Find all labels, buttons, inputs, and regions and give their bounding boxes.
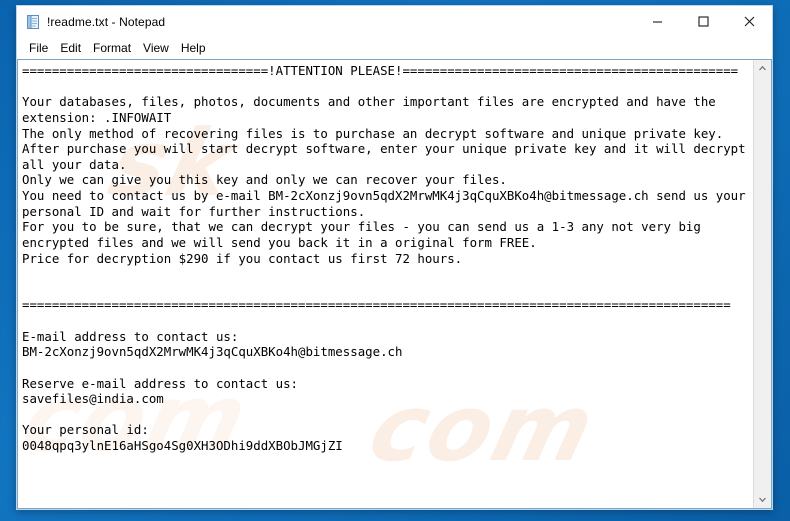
window-controls — [634, 6, 772, 37]
chevron-up-icon — [759, 65, 766, 71]
close-icon — [744, 16, 754, 27]
scroll-down-button[interactable] — [754, 491, 771, 508]
vertical-scrollbar[interactable] — [753, 60, 771, 508]
maximize-icon — [697, 16, 709, 27]
menu-item-help[interactable]: Help — [175, 39, 212, 58]
notepad-document-icon — [27, 14, 39, 29]
maximize-button[interactable] — [680, 6, 726, 37]
menu-item-format[interactable]: Format — [87, 39, 137, 58]
menu-item-view[interactable]: View — [137, 39, 175, 58]
ransom-note-text[interactable]: =================================!ATTENT… — [18, 60, 753, 454]
scrollbar-track[interactable] — [754, 77, 771, 491]
menu-bar: File Edit Format View Help — [17, 38, 772, 59]
minimize-button[interactable] — [634, 6, 680, 37]
scroll-up-button[interactable] — [754, 60, 771, 77]
title-bar-left: !readme.txt - Notepad — [17, 14, 634, 30]
menu-item-edit[interactable]: Edit — [54, 39, 87, 58]
notepad-window: !readme.txt - Notepad File Edit Format V… — [16, 5, 773, 510]
minimize-icon — [652, 21, 662, 23]
close-button[interactable] — [726, 6, 772, 37]
title-bar[interactable]: !readme.txt - Notepad — [17, 6, 772, 38]
window-title: !readme.txt - Notepad — [47, 14, 166, 29]
chevron-down-icon — [759, 497, 766, 503]
text-pane[interactable]: sk com com =============================… — [18, 60, 753, 508]
menu-item-file[interactable]: File — [23, 39, 54, 58]
desktop-background: !readme.txt - Notepad File Edit Format V… — [0, 0, 790, 521]
editor-region: sk com com =============================… — [17, 59, 772, 509]
